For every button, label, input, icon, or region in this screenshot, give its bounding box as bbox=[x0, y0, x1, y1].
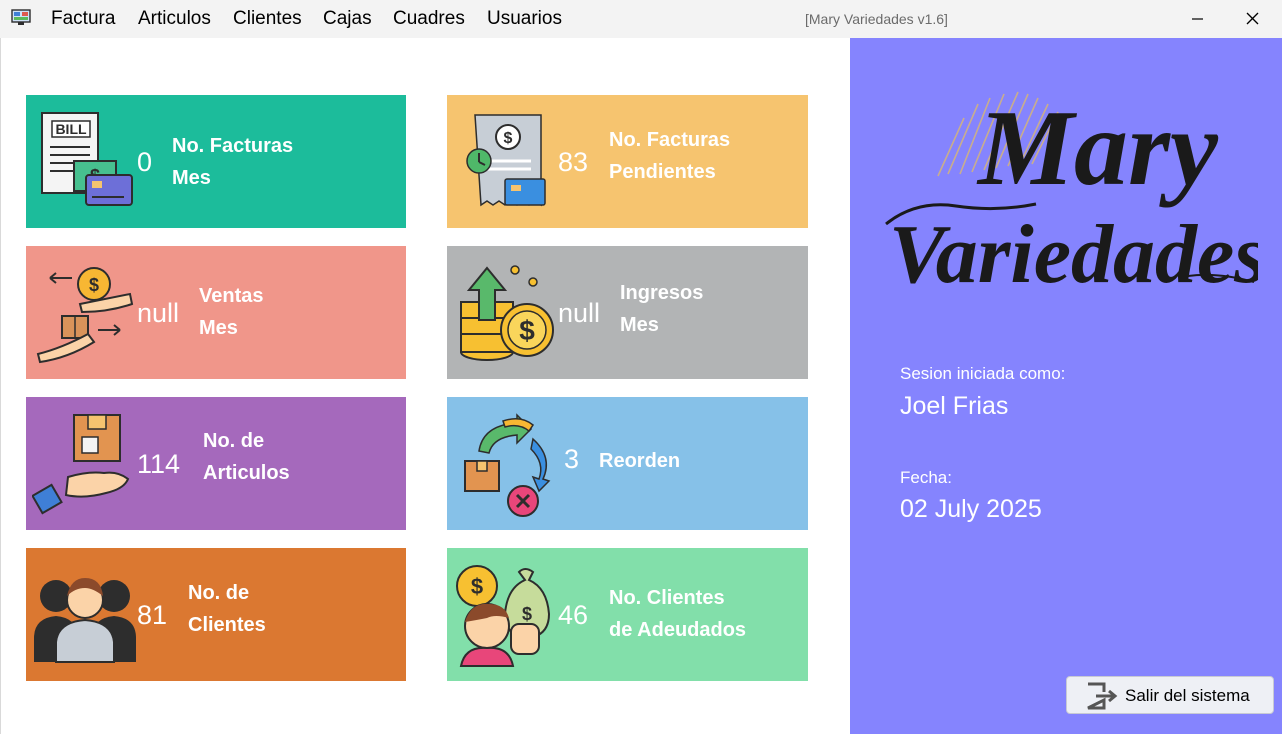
card-label-line1: Reorden bbox=[599, 450, 681, 472]
card-ventas-mes[interactable]: $ null Ventas Mes bbox=[26, 246, 406, 379]
card-label-line1: No. de bbox=[188, 582, 250, 604]
card-label-line2: Articulos bbox=[203, 462, 290, 484]
card-value: 0 bbox=[137, 147, 153, 177]
svg-text:$: $ bbox=[89, 275, 99, 295]
session-user-name: Joel Frias bbox=[900, 392, 1009, 420]
pending-invoice-icon: $ bbox=[466, 114, 546, 207]
sales-exchange-icon: $ bbox=[36, 267, 134, 364]
card-reorden[interactable]: 3 Reorden bbox=[447, 397, 808, 530]
card-clientes[interactable]: 81 No. de Clientes bbox=[26, 548, 406, 681]
card-label-line1: No. Clientes bbox=[609, 587, 725, 609]
svg-text:$: $ bbox=[519, 315, 535, 346]
card-ingresos-mes[interactable]: $ null Ingresos Mes bbox=[447, 246, 808, 379]
card-label-line1: No. Facturas bbox=[609, 129, 731, 151]
card-facturas-mes[interactable]: BILL $ 0 No. Facturas Mes bbox=[26, 95, 406, 228]
card-label-line2: Mes bbox=[620, 314, 659, 336]
customers-icon bbox=[34, 578, 136, 663]
card-value: 81 bbox=[137, 600, 168, 630]
card-label: No. Clientes de Adeudados bbox=[609, 582, 746, 646]
card-value: 3 bbox=[564, 444, 580, 474]
card-value: 114 bbox=[137, 449, 181, 479]
card-value: 83 bbox=[558, 147, 589, 177]
card-value: null bbox=[137, 298, 180, 328]
card-label: No. Facturas Pendientes bbox=[609, 124, 730, 188]
session-label: Sesion iniciada como: bbox=[900, 364, 1066, 383]
card-label-line1: No. Facturas bbox=[172, 135, 294, 157]
close-button[interactable] bbox=[1229, 4, 1275, 34]
logout-label: Salir del sistema bbox=[1125, 686, 1250, 705]
svg-text:$: $ bbox=[471, 574, 483, 599]
menu-usuarios[interactable]: Usuarios bbox=[487, 0, 562, 38]
menu-cajas[interactable]: Cajas bbox=[323, 0, 372, 38]
card-label-line2: Mes bbox=[199, 317, 238, 339]
svg-text:BILL: BILL bbox=[55, 121, 87, 137]
hand-box-icon bbox=[32, 414, 130, 515]
app-icon[interactable] bbox=[11, 9, 31, 27]
date-value: 02 July 2025 bbox=[900, 495, 1042, 523]
menu-articulos[interactable]: Articulos bbox=[138, 0, 211, 38]
card-value: null bbox=[558, 298, 601, 328]
card-label: Reorden bbox=[599, 445, 680, 477]
logo-line1: Mary bbox=[976, 89, 1219, 208]
window-title: [Mary Variedades v1.6] bbox=[805, 11, 948, 27]
bill-icon: BILL $ bbox=[41, 112, 133, 206]
minimize-button[interactable] bbox=[1174, 4, 1220, 34]
date-label: Fecha: bbox=[900, 468, 952, 487]
logo-line2: Variedades bbox=[889, 208, 1258, 299]
card-label-line1: Ingresos bbox=[620, 282, 704, 304]
card-label: No. de Clientes bbox=[188, 577, 266, 641]
menu-clientes[interactable]: Clientes bbox=[233, 0, 302, 38]
income-coins-icon: $ bbox=[460, 265, 554, 361]
dashboard-panel: BILL $ 0 No. Facturas Mes $ bbox=[0, 38, 850, 734]
card-label: Ingresos Mes bbox=[620, 277, 703, 341]
card-label-line1: Ventas bbox=[199, 285, 264, 307]
card-label: No. Facturas Mes bbox=[172, 130, 293, 194]
card-label-line2: de Adeudados bbox=[609, 619, 747, 641]
card-clientes-adeudados[interactable]: $ $ 46 No. Clientes de Adeudados bbox=[447, 548, 808, 681]
reorder-icon bbox=[464, 413, 551, 517]
card-label-line2: Clientes bbox=[188, 614, 266, 636]
card-label-line2: Pendientes bbox=[609, 161, 716, 183]
card-label-line2: Mes bbox=[172, 167, 211, 189]
debtor-icon: $ $ bbox=[456, 565, 551, 667]
brand-logo: Mary Variedades bbox=[885, 89, 1258, 299]
svg-text:$: $ bbox=[504, 130, 513, 147]
svg-text:$: $ bbox=[522, 604, 532, 624]
menu-cuadres[interactable]: Cuadres bbox=[393, 0, 465, 38]
card-label: Ventas Mes bbox=[199, 280, 263, 344]
card-label-line1: No. de bbox=[203, 430, 265, 452]
logout-button[interactable]: Salir del sistema bbox=[1066, 676, 1274, 714]
logout-icon bbox=[1087, 682, 1118, 710]
title-bar: Factura Articulos Clientes Cajas Cuadres… bbox=[0, 0, 1282, 38]
card-articulos[interactable]: 114 No. de Articulos bbox=[26, 397, 406, 530]
card-facturas-pendientes[interactable]: $ 83 No. Facturas Pendientes bbox=[447, 95, 808, 228]
card-label: No. de Articulos bbox=[203, 425, 290, 489]
sidebar-panel: Mary Variedades Sesion iniciada como: Jo… bbox=[850, 38, 1282, 734]
card-value: 46 bbox=[558, 600, 589, 630]
menu-factura[interactable]: Factura bbox=[51, 0, 115, 38]
